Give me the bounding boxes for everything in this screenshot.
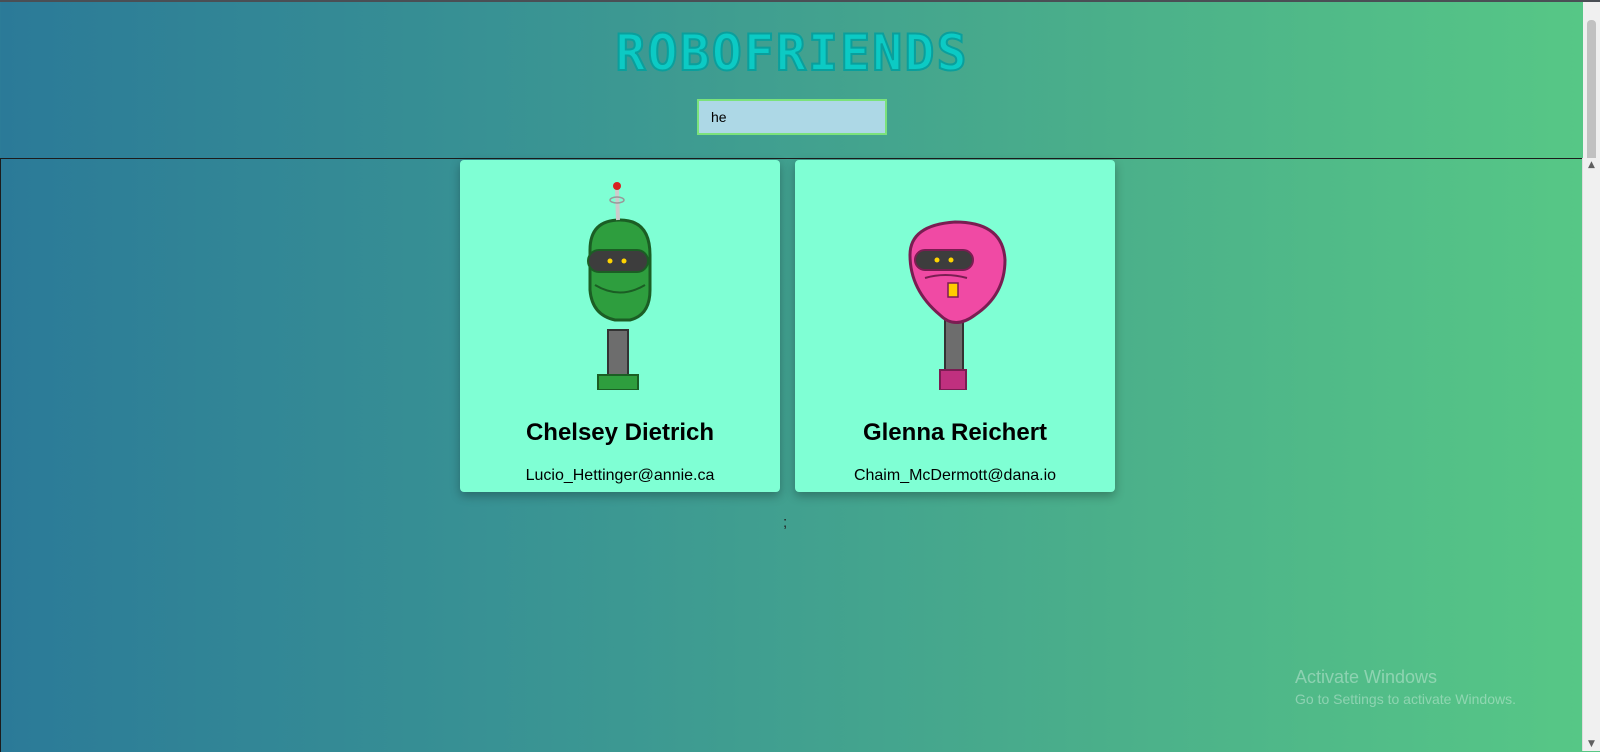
robot-card: Chelsey Dietrich Lucio_Hettinger@annie.c… [460, 160, 780, 492]
robot-email: Chaim_McDermott@dana.io [853, 467, 1057, 484]
card-list: Chelsey Dietrich Lucio_Hettinger@annie.c… [460, 160, 1115, 492]
card-list-scroll-area[interactable]: Chelsey Dietrich Lucio_Hettinger@annie.c… [0, 158, 1583, 752]
activate-windows-watermark: Activate Windows Go to Settings to activ… [1295, 667, 1516, 707]
inner-scrollbar[interactable]: ▲ ▼ [1582, 158, 1600, 751]
stray-text: ; [783, 514, 788, 531]
robot-avatar-pink [908, 220, 1007, 390]
page-scrollbar[interactable] [1583, 2, 1600, 580]
robot-email: Lucio_Hettinger@annie.ca [525, 467, 715, 484]
watermark-title: Activate Windows [1295, 667, 1438, 687]
robot-name: Glenna Reichert [862, 419, 1048, 446]
robot-card: Glenna Reichert Chaim_McDermott@dana.io [795, 160, 1115, 492]
page-title: ROBOFRIENDS [614, 23, 969, 83]
search-input[interactable] [697, 99, 887, 135]
scroll-down-arrow-icon[interactable]: ▼ [1583, 737, 1600, 751]
robot-avatar-green [587, 182, 652, 390]
window-top-border [0, 0, 1600, 2]
robot-name: Chelsey Dietrich [525, 419, 715, 446]
watermark-subtitle: Go to Settings to activate Windows. [1295, 691, 1516, 707]
scroll-up-arrow-icon[interactable]: ▲ [1583, 158, 1600, 172]
